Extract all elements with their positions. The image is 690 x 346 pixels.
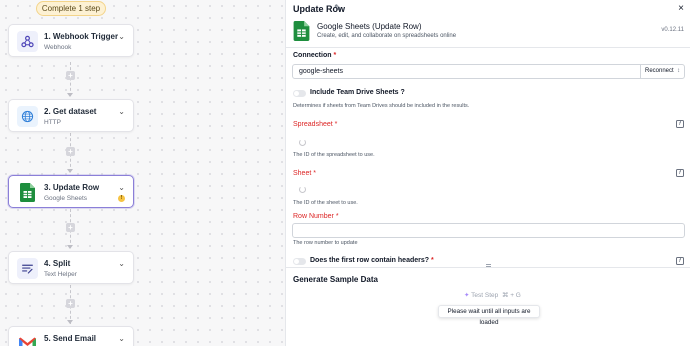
step-title: 3. Update Row [44,183,100,192]
connection-select[interactable]: google-sheets Reconnect ↕ [292,64,685,79]
add-step-button[interactable]: + [66,71,75,80]
generate-sample-title: Generate Sample Data [293,275,378,284]
step-card-send-email[interactable]: 5. Send Email ⌄ [8,326,134,346]
google-sheets-icon [293,21,310,41]
connector-arrow [67,169,73,173]
add-step-button[interactable]: + [66,147,75,156]
pencil-icon[interactable]: ✎ [334,3,342,14]
headers-label: Does the first row contain headers? * [310,257,434,264]
step-title: 4. Split [44,259,71,268]
loading-spinner-icon [299,186,306,193]
expression-toggle-icon[interactable]: f [676,120,684,128]
app-name: Google Sheets (Update Row) [317,22,422,31]
complete-step-pill[interactable]: Complete 1 step [36,1,106,16]
tooltip: Please wait until all inputs are loaded [438,305,540,326]
expression-toggle-icon[interactable]: f [676,257,684,265]
step-subtitle: Text Helper [44,271,77,278]
chevron-down-icon[interactable]: ⌄ [118,32,125,41]
team-drive-help: Determines if sheets from Team Drives sh… [293,103,470,109]
connector-arrow [67,320,73,324]
connector-arrow [67,245,73,249]
reconnect-button[interactable]: Reconnect ↕ [640,65,684,78]
step-settings-panel: Update Row ✎ × Google Sheets (Update Row… [285,0,690,346]
step-title: 2. Get dataset [44,107,97,116]
spreadsheet-label: Spreadsheet * [293,121,338,128]
sparkle-icon: ✦ [464,292,470,299]
step-card-update-row[interactable]: 3. Update Row Google Sheets ⌄ ! [8,175,134,208]
chevron-updown-icon: ↕ [677,68,680,74]
divider [286,267,690,268]
step-title: 1. Webhook Trigger [44,32,119,41]
webhook-icon [17,31,38,52]
spreadsheet-help: The ID of the spreadsheet to use. [293,152,375,158]
version-label: v0.12.11 [661,27,684,33]
sheet-label: Sheet * [293,170,316,177]
google-sheets-icon [17,182,38,203]
test-step-button[interactable]: ✦ Test Step ⌘ + G [464,291,521,299]
resize-handle-icon[interactable] [486,264,491,267]
step-title: 5. Send Email [44,334,97,343]
add-step-button[interactable]: + [66,223,75,232]
warning-icon: ! [118,195,125,202]
team-drive-toggle[interactable] [293,90,306,97]
connector-arrow [67,93,73,97]
connection-value: google-sheets [299,68,343,75]
divider [286,47,690,48]
step-subtitle: Google Sheets [44,195,88,202]
step-card-webhook-trigger[interactable]: 1. Webhook Trigger Webhook ⌄ [8,24,134,57]
close-icon[interactable]: × [678,3,684,14]
shortcut-hint: ⌘ + G [501,292,521,299]
step-card-split[interactable]: 4. Split Text Helper ⌄ [8,251,134,284]
loading-spinner-icon [299,139,306,146]
expression-toggle-icon[interactable]: f [676,169,684,177]
chevron-down-icon[interactable]: ⌄ [118,334,125,343]
app-description: Create, edit, and collaborate on spreads… [317,33,457,39]
row-number-help: The row number to update [293,240,358,246]
step-card-get-dataset[interactable]: 2. Get dataset HTTP ⌄ [8,99,134,132]
team-drive-label: Include Team Drive Sheets ? [310,89,405,96]
sheet-help: The ID of the sheet to use. [293,200,358,206]
chevron-down-icon[interactable]: ⌄ [118,107,125,116]
connection-label: Connection * [293,52,337,59]
chevron-down-icon[interactable]: ⌄ [118,259,125,268]
row-number-label: Row Number * [293,213,339,220]
flow-canvas[interactable]: Complete 1 step + + + + 1. Webhook Trigg… [0,0,285,346]
step-subtitle: Webhook [44,44,72,51]
row-number-input[interactable] [292,223,685,238]
text-helper-icon [17,258,38,279]
headers-toggle[interactable] [293,258,306,265]
step-subtitle: HTTP [44,119,61,126]
globe-icon [17,106,38,127]
gmail-icon [17,333,38,346]
chevron-down-icon[interactable]: ⌄ [118,183,125,192]
add-step-button[interactable]: + [66,299,75,308]
